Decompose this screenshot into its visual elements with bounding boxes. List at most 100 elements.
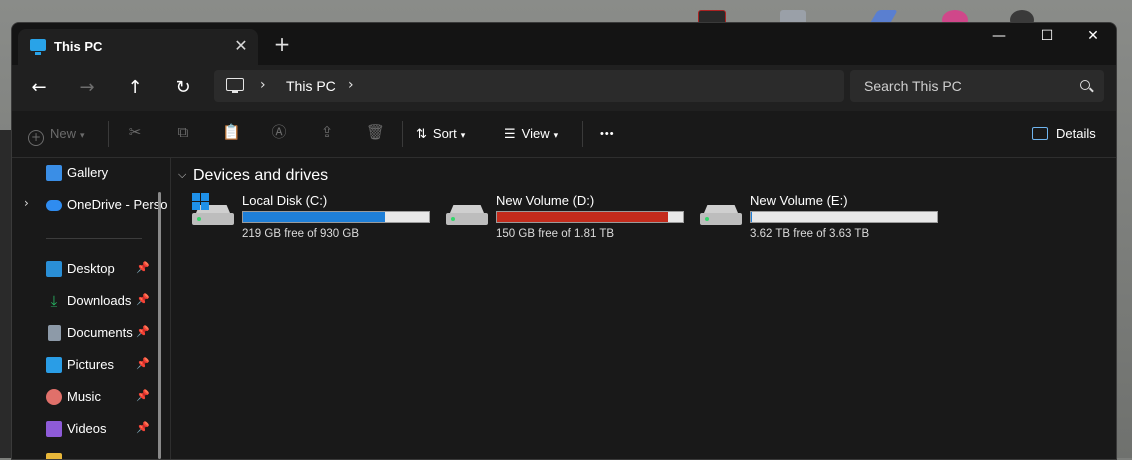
sort-icon: ⇅: [416, 127, 427, 142]
documents-icon: [48, 325, 61, 341]
drive-free-space: 219 GB free of 930 GB: [242, 228, 359, 240]
drive-free-space: 150 GB free of 1.81 TB: [496, 228, 615, 240]
hard-drive-icon: [700, 205, 742, 225]
drive-item-e[interactable]: New Volume (E:) 3.62 TB free of 3.63 TB: [700, 193, 950, 241]
sort-button[interactable]: ⇅ Sort ▾: [416, 119, 465, 149]
drive-free-space: 3.62 TB free of 3.63 TB: [750, 228, 870, 240]
details-label: Details: [1056, 126, 1096, 141]
drive-usage-fill: [751, 212, 752, 222]
chevron-down-icon: ▾: [80, 130, 85, 140]
sidebar-scrollbar[interactable]: [158, 192, 161, 459]
maximize-button[interactable]: ☐: [1024, 23, 1070, 51]
onedrive-icon: [46, 200, 62, 211]
copy-icon[interactable]: ⧉: [174, 123, 192, 141]
folder-icon: [46, 453, 62, 459]
delete-icon[interactable]: 🗑: [366, 123, 385, 141]
pin-icon[interactable]: 📌: [136, 389, 150, 402]
cut-icon[interactable]: ✂: [126, 123, 144, 141]
command-bar: + New ▾ ✂ ⧉ 📋 Ⓐ ⇪ 🗑 ⇅ Sort ▾ ☰ View ▾ ••• Deta…: [12, 111, 1116, 158]
drive-name: New Volume (E:): [750, 193, 848, 208]
sidebar-item-label: Gallery: [67, 165, 109, 180]
sidebar-item-videos[interactable]: Videos 📌: [12, 414, 162, 444]
rename-icon[interactable]: Ⓐ: [270, 123, 288, 141]
back-button[interactable]: ←: [24, 73, 54, 103]
sidebar-item-documents[interactable]: Documents 📌: [12, 318, 162, 348]
this-pc-icon: [30, 39, 46, 55]
up-button[interactable]: ↑: [120, 73, 150, 103]
details-button[interactable]: Details: [1032, 119, 1096, 149]
sidebar-item-label: Documents: [67, 325, 133, 340]
sidebar-item-label: Pictures: [67, 357, 114, 372]
sidebar-item-pictures[interactable]: Pictures 📌: [12, 350, 162, 380]
toolbar-divider: [402, 121, 403, 147]
drive-usage-fill: [243, 212, 386, 222]
sidebar-item-label: Videos: [67, 421, 107, 436]
search-icon: [1080, 80, 1090, 90]
toolbar-divider: [582, 121, 583, 147]
view-button[interactable]: ☰ View ▾: [504, 119, 558, 149]
drive-name: New Volume (D:): [496, 193, 595, 208]
pin-icon[interactable]: 📌: [136, 357, 150, 370]
sidebar-divider: [46, 238, 142, 239]
more-options-button[interactable]: •••: [600, 119, 615, 149]
hard-drive-icon: [446, 205, 488, 225]
new-label: New: [50, 126, 77, 141]
new-button[interactable]: + New ▾: [28, 119, 85, 149]
sidebar-item-label: OneDrive - Perso: [67, 197, 168, 212]
chevron-right-icon[interactable]: ›: [348, 77, 354, 93]
sidebar-item-onedrive[interactable]: › OneDrive - Perso: [12, 190, 167, 220]
pictures-icon: [46, 357, 62, 373]
tab-title: This PC: [54, 39, 103, 54]
drive-usage-bar: [496, 211, 684, 223]
desktop-icon: [46, 261, 62, 277]
drive-usage-bar: [750, 211, 938, 223]
title-bar: This PC ✕ + — ☐ ✕: [12, 23, 1116, 65]
chevron-down-icon: ▾: [460, 130, 466, 140]
drive-item-c[interactable]: Local Disk (C:) 219 GB free of 930 GB: [192, 193, 442, 241]
search-input[interactable]: Search This PC: [864, 78, 962, 94]
sort-label: Sort: [432, 126, 457, 141]
drive-usage-bar: [242, 211, 430, 223]
sidebar-item-desktop[interactable]: Desktop 📌: [12, 254, 162, 284]
expand-chevron-icon[interactable]: ›: [24, 196, 29, 210]
pin-icon[interactable]: 📌: [136, 421, 150, 434]
minimize-button[interactable]: —: [976, 23, 1022, 51]
computer-icon: [226, 78, 244, 93]
section-title: Devices and drives: [193, 167, 329, 184]
breadcrumb-this-pc[interactable]: This PC: [286, 78, 336, 94]
share-icon[interactable]: ⇪: [318, 123, 336, 141]
view-icon: ☰: [504, 127, 516, 142]
drive-usage-fill: [497, 212, 669, 222]
sidebar-item-label: Downloads: [67, 293, 132, 308]
chevron-right-icon[interactable]: ›: [260, 77, 266, 93]
navigation-bar: ← → ↑ ↻ › This PC › Search This PC: [12, 65, 1116, 111]
gallery-icon: [46, 165, 62, 181]
drive-name: Local Disk (C:): [242, 193, 328, 208]
view-label: View: [521, 126, 550, 141]
pin-icon[interactable]: 📌: [136, 293, 150, 306]
downloads-icon: ⤓: [50, 292, 58, 310]
tab-this-pc[interactable]: This PC ✕: [18, 29, 258, 65]
sidebar-item-music[interactable]: Music 📌: [12, 382, 162, 412]
new-tab-button[interactable]: +: [270, 33, 294, 57]
pin-icon[interactable]: 📌: [136, 325, 150, 338]
drive-item-d[interactable]: New Volume (D:) 150 GB free of 1.81 TB: [446, 193, 696, 241]
chevron-down-icon: ▾: [553, 130, 559, 140]
close-tab-icon[interactable]: ✕: [230, 35, 252, 57]
address-bar[interactable]: › This PC ›: [214, 70, 844, 102]
refresh-button[interactable]: ↻: [168, 73, 198, 103]
toolbar-divider: [108, 121, 109, 147]
forward-button[interactable]: →: [72, 73, 102, 103]
chevron-down-icon[interactable]: ⌵: [178, 168, 186, 182]
sidebar-item-label: Music: [67, 389, 101, 404]
close-window-button[interactable]: ✕: [1070, 23, 1116, 51]
navigation-pane: Gallery › OneDrive - Perso Desktop 📌 ⤓ D…: [12, 158, 167, 459]
plus-circle-icon: +: [28, 130, 44, 146]
pane-splitter[interactable]: [170, 158, 171, 459]
paste-icon[interactable]: 📋: [222, 123, 241, 141]
videos-icon: [46, 421, 62, 437]
sidebar-item-downloads[interactable]: ⤓ Downloads 📌: [12, 286, 162, 316]
sidebar-item-gallery[interactable]: Gallery: [12, 158, 162, 188]
search-box[interactable]: Search This PC: [850, 70, 1104, 102]
pin-icon[interactable]: 📌: [136, 261, 150, 274]
